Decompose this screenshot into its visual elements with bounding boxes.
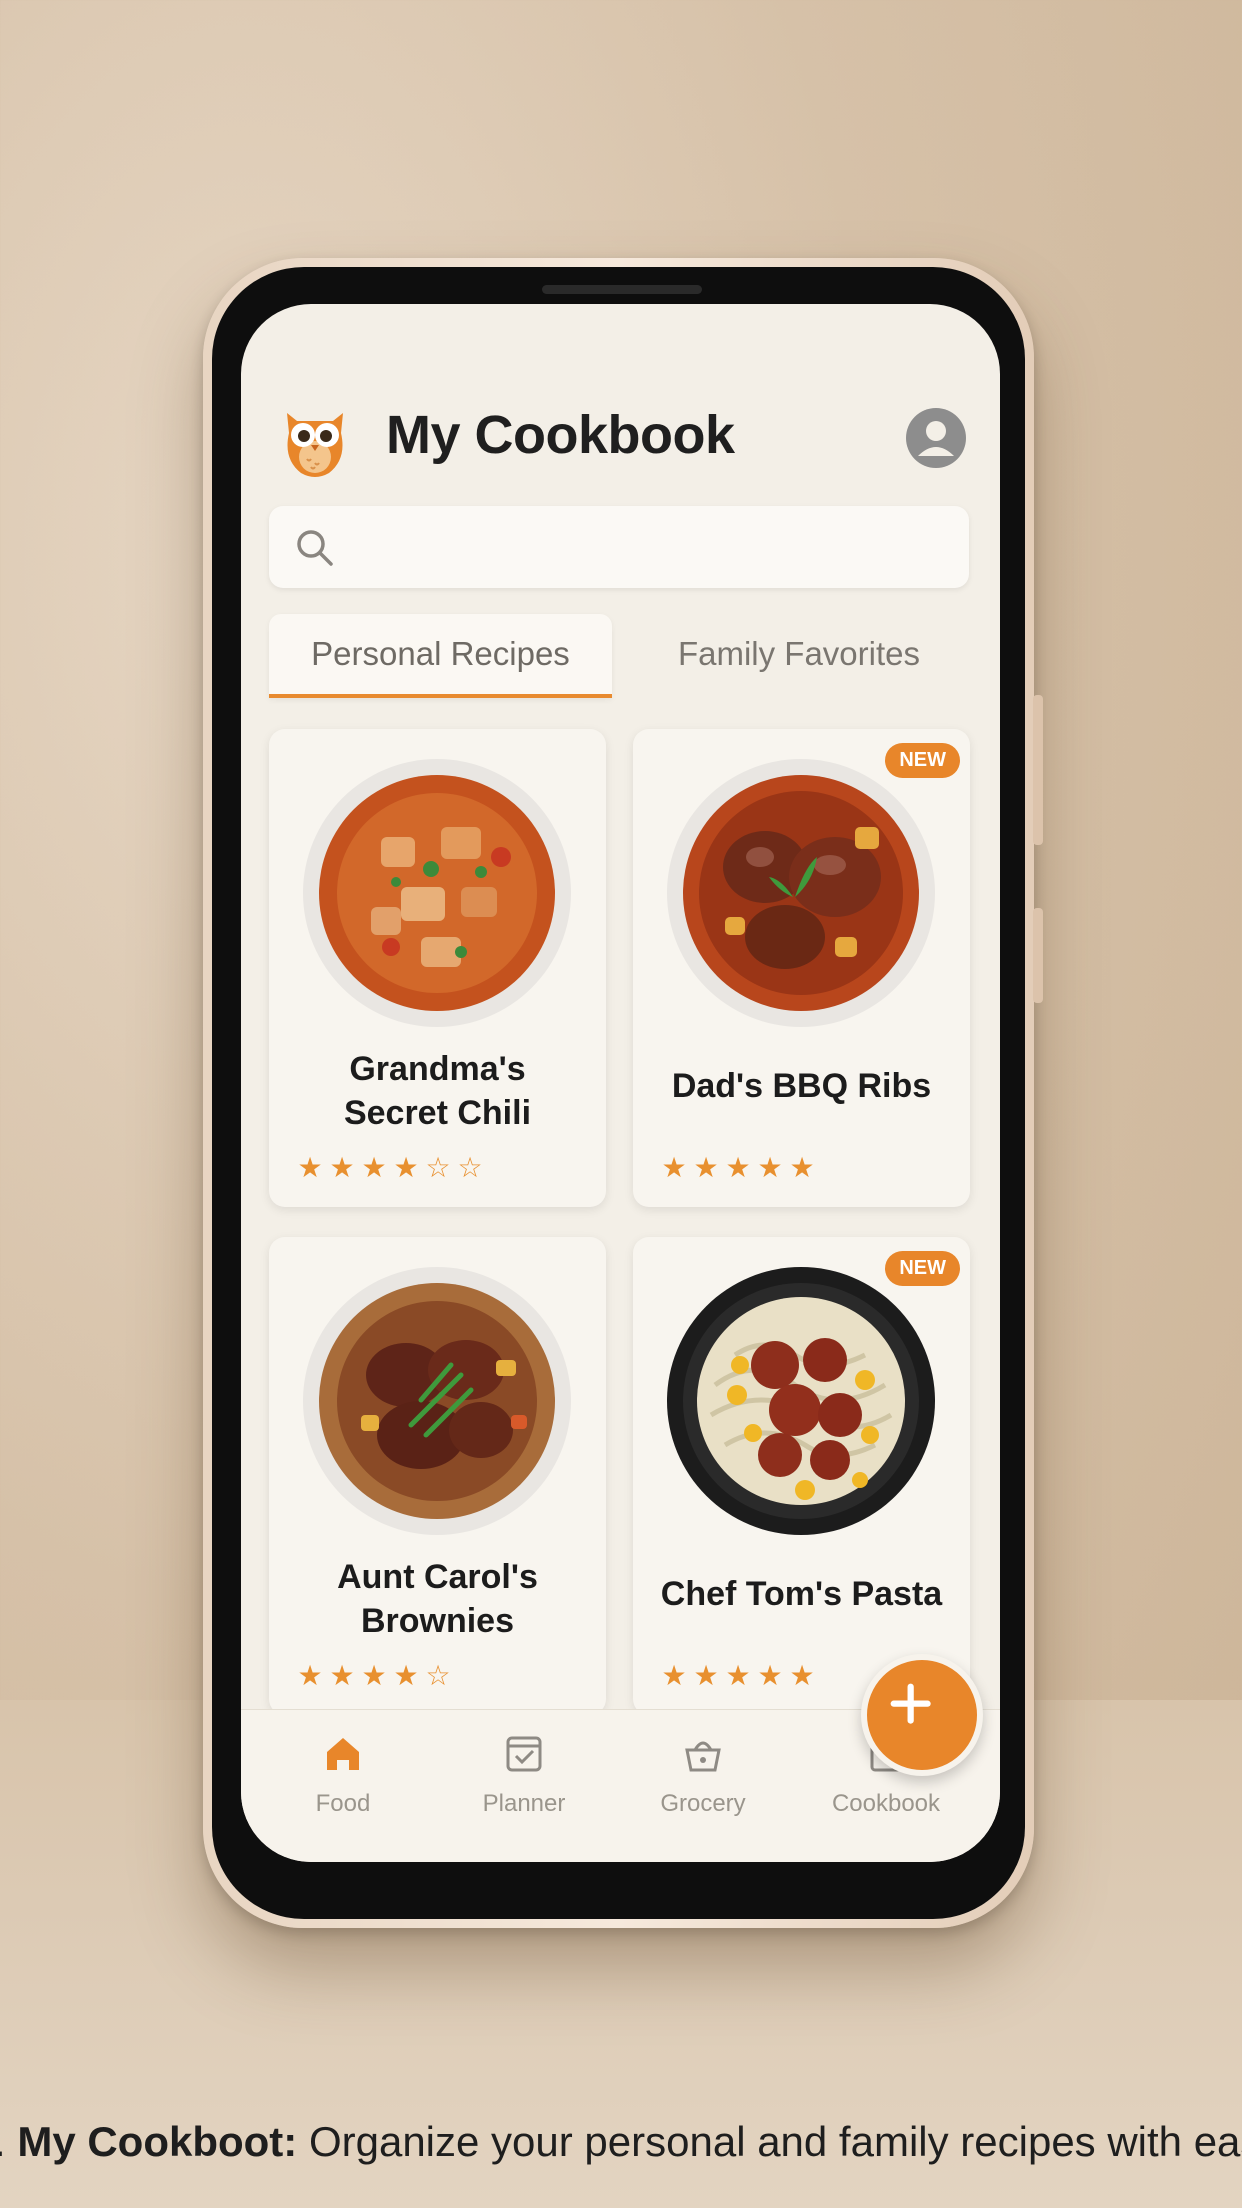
star-full-icon: ★ — [725, 1659, 753, 1692]
recipe-title-line: Brownies — [360, 1602, 515, 1640]
recipe-title: Chef Tom's Pasta — [643, 1572, 960, 1616]
add-recipe-button[interactable] — [861, 1654, 983, 1776]
tab-personal-recipes[interactable]: Personal Recipes — [269, 614, 612, 698]
caption-text: Organize your personal and family recipe… — [297, 2118, 1242, 2165]
nav-label: Grocery — [660, 1790, 746, 1817]
star-full-icon: ★ — [361, 1151, 389, 1184]
star-rating: ★ ★ ★ ★ ☆ — [295, 1659, 455, 1692]
pasta-dish-image — [667, 1267, 935, 1535]
app-header: My Cookbook — [241, 304, 1000, 477]
nav-item-food[interactable]: Food — [253, 1730, 433, 1818]
recipe-card[interactable]: Aunt Carol's Brownies ★ ★ ★ ★ ☆ — [269, 1237, 606, 1715]
search-input[interactable] — [353, 522, 947, 574]
recipe-title-line: Grandma's — [349, 1050, 526, 1088]
caption-bold: My Cookboot: — [17, 2118, 298, 2165]
star-rating: ★ ★ ★ ★ ★ — [659, 1151, 819, 1184]
star-half-icon: ☆ — [425, 1659, 453, 1692]
tab-family-favorites[interactable]: Family Favorites — [629, 614, 969, 694]
star-full-icon: ★ — [757, 1151, 785, 1184]
star-full-icon: ★ — [297, 1151, 325, 1184]
star-full-icon: ★ — [361, 1659, 389, 1692]
owl-logo-icon — [287, 413, 343, 477]
star-full-icon: ★ — [693, 1151, 721, 1184]
nav-item-planner[interactable]: Planner — [434, 1730, 614, 1818]
recipe-title: Aunt Carol's Brownies — [279, 1555, 596, 1643]
ribs-dish-image — [667, 759, 935, 1027]
star-half-icon: ★ — [393, 1151, 421, 1184]
phone-speaker — [542, 285, 702, 294]
phone-bezel: My Cookbook Personal Recipes Family Favo… — [212, 267, 1025, 1919]
nav-label: Planner — [482, 1790, 566, 1817]
basket-icon — [685, 1741, 721, 1772]
app-screen: My Cookbook Personal Recipes Family Favo… — [241, 304, 1000, 1862]
phone-frame: My Cookbook Personal Recipes Family Favo… — [203, 258, 1043, 1928]
star-full-icon: ★ — [297, 1659, 325, 1692]
home-icon — [327, 1738, 359, 1770]
recipe-title: Grandma's Secret Chili — [279, 1047, 596, 1135]
star-rating: ★ ★ ★ ★ ★ — [659, 1659, 819, 1692]
recipe-title-line: Dad's BBQ Ribs — [671, 1067, 932, 1105]
recipe-tabs: Personal Recipes Family Favorites — [269, 614, 969, 699]
recipe-title-line: Aunt Carol's — [337, 1558, 538, 1596]
recipe-card[interactable]: Grandma's Secret Chili ★ ★ ★ ★ ☆ ☆ — [269, 729, 606, 1207]
star-full-icon: ★ — [393, 1659, 421, 1692]
star-half-icon: ★ — [789, 1659, 817, 1692]
phone-side-button — [1033, 908, 1043, 1003]
recipe-title-line: Chef Tom's Pasta — [660, 1575, 943, 1613]
star-full-icon: ★ — [329, 1659, 357, 1692]
recipe-title-line: Secret Chili — [343, 1094, 532, 1132]
recipe-title: Dad's BBQ Ribs — [643, 1064, 960, 1108]
star-full-icon: ★ — [725, 1151, 753, 1184]
star-rating: ★ ★ ★ ★ ☆ ☆ — [295, 1151, 487, 1184]
search-bar[interactable] — [269, 506, 969, 588]
nav-item-grocery[interactable]: Grocery — [613, 1730, 793, 1818]
star-full-icon: ★ — [757, 1659, 785, 1692]
caption-prefix: -. — [0, 2118, 17, 2165]
star-full-icon: ★ — [661, 1659, 689, 1692]
recipe-card[interactable]: NEW Chef Tom's Pasta ★ ★ ★ ★ ★ — [633, 1237, 970, 1715]
star-full-icon: ★ — [661, 1151, 689, 1184]
star-empty-icon: ☆ — [457, 1151, 485, 1184]
nav-label: Food — [315, 1790, 371, 1817]
calendar-check-icon — [506, 1736, 542, 1772]
star-full-icon: ★ — [693, 1659, 721, 1692]
promo-caption: -. My Cookboot: Organize your personal a… — [0, 2118, 1242, 2166]
plus-icon — [890, 1683, 931, 1724]
chili-dish-image — [303, 759, 571, 1027]
star-half-icon: ★ — [789, 1151, 817, 1184]
star-empty-icon: ☆ — [425, 1151, 453, 1184]
recipe-card[interactable]: NEW Dad's BBQ Ribs ★ ★ ★ ★ ★ — [633, 729, 970, 1207]
star-full-icon: ★ — [329, 1151, 357, 1184]
profile-avatar-icon[interactable] — [906, 408, 966, 468]
brownies-dish-image — [303, 1267, 571, 1535]
search-icon — [297, 530, 333, 566]
app-title: My Cookbook — [386, 405, 735, 465]
nav-label: Cookbook — [831, 1790, 941, 1817]
phone-side-button — [1033, 695, 1043, 845]
